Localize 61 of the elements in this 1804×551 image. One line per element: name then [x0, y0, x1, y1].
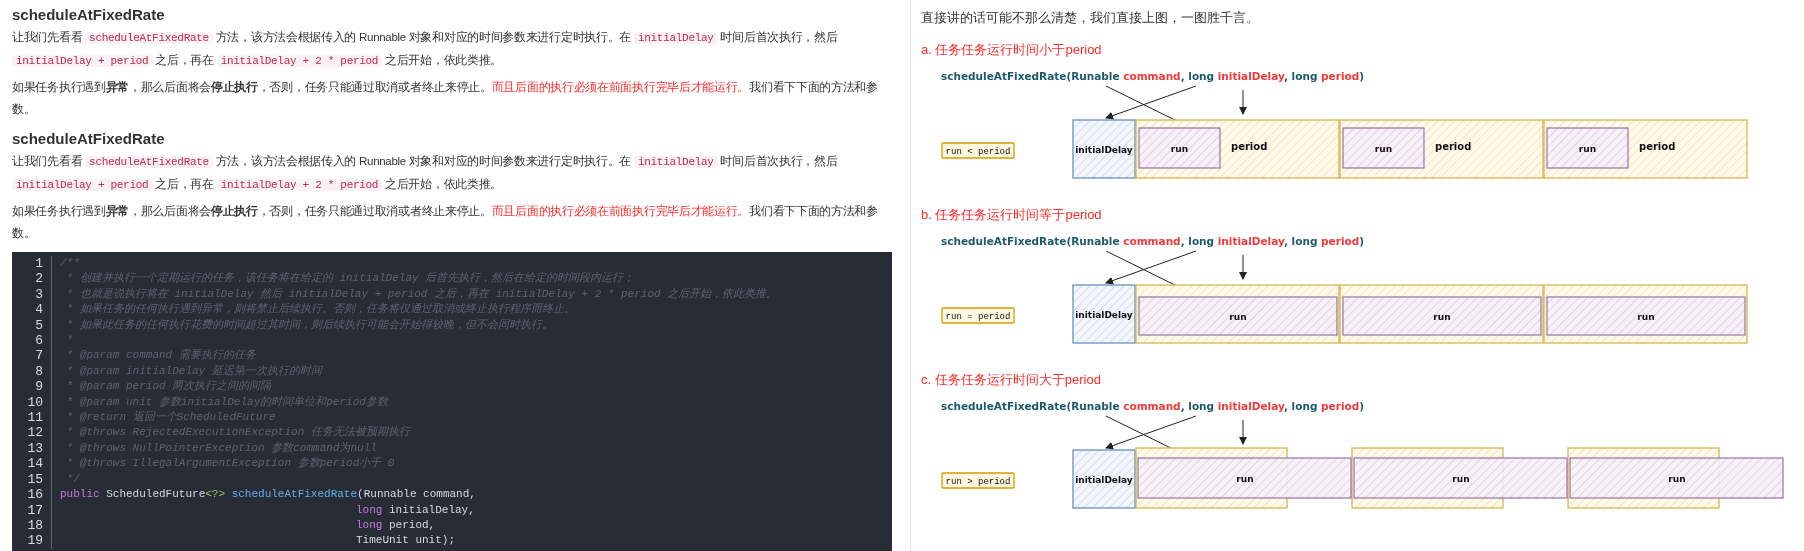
initial-delay-block: initialDelay — [1072, 119, 1136, 179]
run-block: run — [1353, 457, 1568, 499]
line-number: 8 — [12, 363, 52, 380]
line-number: 9 — [12, 379, 52, 395]
initial-delay-block: initialDelay — [1072, 449, 1136, 509]
initial-delay-block: initialDelay — [1072, 284, 1136, 344]
legend-label: run = period — [941, 307, 1015, 324]
code-line: long initialDelay, — [355, 502, 475, 518]
line-number: 15 — [12, 471, 52, 488]
period-label: period — [1639, 141, 1676, 152]
line-number: 16 — [12, 487, 52, 503]
line-number: 7 — [12, 348, 52, 364]
paragraph: 让我们先看看 scheduleAtFixedRate 方法，该方法会根据传入的 Runnable 对象和对应的时间参数来进行定时执行。在 initialDelay 时间后首次执行，然后 initialDelay + period 之后，再在 initialDelay + 2 * period 之后开始，依此类推。 — [12, 154, 839, 193]
code-line: * @throws NullPointerException 参数command为null — [65, 440, 377, 456]
line-number: 14 — [12, 456, 52, 472]
case-heading: c. 任务任务运行时间大于period — [921, 371, 1102, 389]
line-number: 6 — [12, 333, 52, 349]
run-block: run — [1546, 127, 1629, 169]
method-signature: scheduleAtFixedRate(Runable command, long initialDelay, long period) — [941, 70, 1365, 82]
code-line: long period, — [355, 517, 436, 533]
code-line: * — [65, 333, 74, 349]
code-line: /** — [59, 256, 80, 271]
run-block: run — [1138, 296, 1338, 336]
intro-text: 直接讲的话可能不那么清楚，我们直接上图，一图胜千言。 — [921, 9, 1260, 27]
run-block: run — [1138, 127, 1221, 169]
run-block: run — [1342, 127, 1425, 169]
case-heading: a. 任务任务运行时间小于period — [921, 41, 1103, 59]
method-signature: scheduleAtFixedRate(Runable command, long initialDelay, long period) — [941, 235, 1365, 247]
arrow — [1239, 419, 1247, 445]
run-block: run — [1137, 457, 1352, 499]
legend-label: run < period — [941, 142, 1015, 159]
code-line: public ScheduledFuture<?> scheduleAtFixedRate(Runnable command, — [59, 487, 476, 503]
line-number: 5 — [12, 317, 52, 334]
run-block: run — [1546, 296, 1746, 336]
paragraph: 让我们先看看 scheduleAtFixedRate 方法，该方法会根据传入的 Runnable 对象和对应的时间参数来进行定时执行。在 initialDelay 时间后首次执行，然后 initialDelay + period 之后，再在 initialDelay + 2 * period 之后开始，依此类推。 — [12, 30, 839, 69]
line-number: 18 — [12, 517, 52, 534]
run-block: run — [1342, 296, 1542, 336]
code-line: */ — [65, 471, 80, 487]
period-label: period — [1435, 141, 1472, 152]
line-number: 10 — [12, 394, 52, 411]
section-title: scheduleAtFixedRate — [12, 5, 166, 25]
run-block: run — [1569, 457, 1784, 499]
line-number: 13 — [12, 440, 52, 457]
line-number: 12 — [12, 425, 52, 441]
legend-label: run > period — [941, 472, 1015, 489]
section-title: scheduleAtFixedRate — [12, 129, 166, 149]
line-number: 19 — [12, 533, 52, 549]
line-number: 11 — [12, 410, 52, 426]
period-label: period — [1231, 141, 1268, 152]
case-heading: b. 任务任务运行时间等于period — [921, 206, 1103, 224]
line-number: 17 — [12, 502, 52, 518]
line-number: 2 — [12, 271, 52, 287]
paragraph: 如果任务执行遇到异常，那么后面将会停止执行，否则，任务只能通过取消或者终止来停止。而且后面的执行必须在前面执行完毕后才能运行。我们看下下面的方法和参数。 — [12, 80, 879, 117]
method-signature: scheduleAtFixedRate(Runable command, long initialDelay, long period) — [941, 400, 1365, 412]
arrow — [1239, 254, 1247, 280]
paragraph: 如果任务执行遇到异常，那么后面将会停止执行，否则，任务只能通过取消或者终止来停止。而且后面的执行必须在前面执行完毕后才能运行。我们看下下面的方法和参数。 — [12, 204, 879, 241]
line-number: 1 — [12, 256, 52, 272]
line-number: 4 — [12, 302, 52, 318]
arrow — [1239, 89, 1247, 115]
line-number: 3 — [12, 286, 52, 303]
code-line: TimeUnit unit); — [355, 533, 456, 549]
